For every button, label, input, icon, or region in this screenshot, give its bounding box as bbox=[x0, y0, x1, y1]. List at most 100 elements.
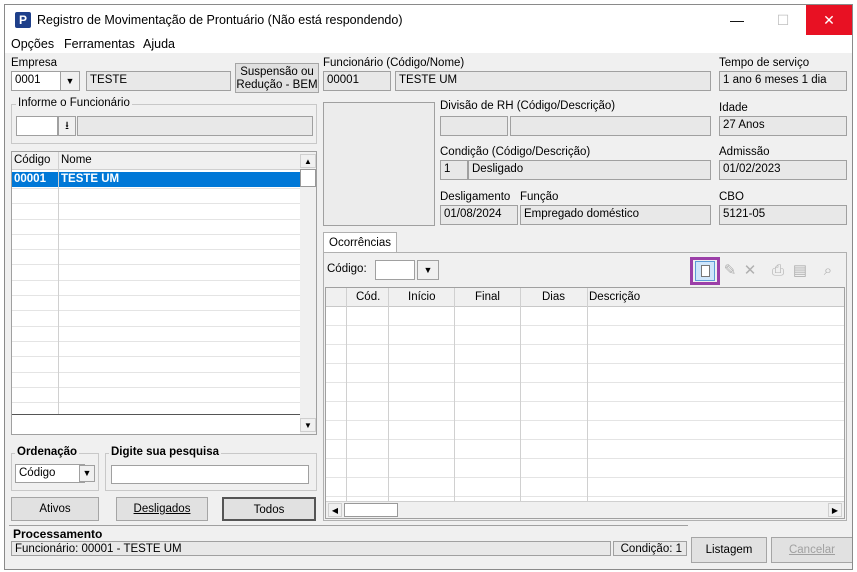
employee-row[interactable]: 00001 TESTE UM bbox=[12, 172, 300, 187]
desligamento-label: Desligamento bbox=[440, 191, 511, 203]
tab-ocorrencias[interactable]: Ocorrências bbox=[323, 232, 397, 253]
grid-row-line bbox=[326, 458, 844, 459]
scroll-left-icon[interactable]: ◀ bbox=[328, 503, 342, 517]
grid-row-line bbox=[326, 496, 844, 497]
cbo-field: 5121-05 bbox=[719, 205, 847, 225]
employee-row-code: 00001 bbox=[14, 173, 46, 185]
grid-row-line bbox=[12, 234, 300, 235]
grid-column-line bbox=[454, 288, 455, 501]
empresa-label: Empresa bbox=[11, 57, 58, 69]
desligamento-field: 01/08/2024 bbox=[440, 205, 518, 225]
grid-row-line bbox=[326, 363, 844, 364]
funcao-field: Empregado doméstico bbox=[520, 205, 711, 225]
minimize-button[interactable]: — bbox=[714, 5, 760, 35]
pesquisa-input[interactable] bbox=[111, 465, 309, 484]
print-icon[interactable]: ⎙ bbox=[767, 260, 789, 282]
suspensao-line2: Redução - BEM bbox=[236, 79, 318, 91]
suspensao-button[interactable]: Suspensão ou Redução - BEM bbox=[235, 63, 319, 93]
empresa-dropdown-icon[interactable]: ▼ bbox=[60, 71, 80, 91]
ocorrencias-codigo-label: Código: bbox=[327, 263, 367, 275]
grid-row-line bbox=[12, 326, 300, 327]
empresa-code-input[interactable]: 0001 bbox=[11, 71, 61, 91]
admissao-label: Admissão bbox=[719, 146, 770, 158]
processamento-label: Processamento bbox=[13, 527, 103, 541]
tempo-servico-field: 1 ano 6 meses 1 dia bbox=[719, 71, 847, 91]
grid-row-line bbox=[12, 356, 300, 357]
processamento-condicao: Condição: 1 bbox=[613, 541, 687, 556]
ordenacao-select[interactable]: Código bbox=[15, 464, 85, 483]
hscroll-thumb[interactable] bbox=[344, 503, 398, 517]
employee-vscrollbar[interactable]: ▲ ▼ bbox=[300, 152, 316, 434]
idade-label: Idade bbox=[719, 102, 748, 114]
ocorrencias-hscrollbar[interactable]: ◀ ▶ bbox=[326, 501, 844, 518]
scroll-right-icon[interactable]: ▶ bbox=[828, 503, 842, 517]
grid-row-line bbox=[12, 188, 300, 189]
ocorrencias-grid-header: Cód. Início Final Dias Descrição bbox=[326, 288, 844, 307]
scroll-thumb[interactable] bbox=[300, 169, 316, 187]
grid-column-line bbox=[520, 288, 521, 501]
grid-column-line bbox=[587, 288, 588, 501]
grid-row-line bbox=[12, 387, 300, 388]
funcao-label: Função bbox=[520, 191, 559, 203]
grid-row-line bbox=[326, 401, 844, 402]
delete-x-icon[interactable]: ✕ bbox=[739, 260, 761, 282]
employee-grid[interactable]: Código Nome 00001 TESTE UM ▲ ▼ bbox=[11, 151, 317, 435]
ativos-button[interactable]: Ativos bbox=[11, 497, 99, 521]
employee-grid-header: Código Nome bbox=[12, 152, 300, 170]
grid-row-line bbox=[12, 372, 300, 373]
cancelar-button[interactable]: Cancelar bbox=[771, 537, 852, 563]
grid-row-line bbox=[326, 477, 844, 478]
desligados-button[interactable]: Desligados bbox=[116, 497, 208, 521]
grid-column-line bbox=[388, 288, 389, 501]
condicao-desc-field: Desligado bbox=[468, 160, 711, 180]
condicao-code-field: 1 bbox=[440, 160, 468, 180]
header-dias: Dias bbox=[542, 291, 566, 303]
condicao-label: Condição (Código/Descrição) bbox=[440, 146, 591, 158]
grid-row-line bbox=[326, 420, 844, 421]
divisao-label: Divisão de RH (Código/Descrição) bbox=[440, 100, 616, 112]
print-preview-icon[interactable]: ▤ bbox=[789, 260, 811, 282]
header-nome: Nome bbox=[61, 154, 92, 166]
close-button[interactable]: ✕ bbox=[806, 5, 852, 35]
menu-opcoes[interactable]: Opções bbox=[11, 37, 54, 51]
search-report-icon[interactable]: ⌕ bbox=[817, 260, 839, 282]
maximize-button[interactable]: ☐ bbox=[760, 5, 806, 35]
header-cod: Cód. bbox=[356, 291, 381, 303]
informe-input[interactable] bbox=[16, 116, 58, 136]
divisao-desc-field bbox=[510, 116, 711, 136]
empresa-name-field: TESTE bbox=[86, 71, 231, 91]
edit-pencil-icon[interactable]: ✎ bbox=[719, 260, 741, 282]
grid-column-line bbox=[346, 288, 347, 501]
listagem-button[interactable]: Listagem bbox=[691, 537, 767, 563]
scroll-down-icon[interactable]: ▼ bbox=[300, 418, 316, 432]
menu-ajuda[interactable]: Ajuda bbox=[143, 37, 175, 51]
ocorrencias-grid[interactable]: Cód. Início Final Dias Descrição ◀ ▶ bbox=[325, 287, 845, 519]
ordenacao-dropdown-icon[interactable]: ▼ bbox=[79, 465, 95, 482]
funcionario-code-field: 00001 bbox=[323, 71, 391, 91]
employee-row-name: TESTE UM bbox=[61, 173, 120, 185]
grid-row-line bbox=[12, 203, 300, 204]
cbo-label: CBO bbox=[719, 191, 744, 203]
grid-row-line bbox=[326, 382, 844, 383]
new-document-icon[interactable] bbox=[695, 261, 715, 281]
title-bar: P Registro de Movimentação de Prontuário… bbox=[5, 5, 852, 35]
grid-row-line bbox=[326, 344, 844, 345]
employee-grid-bottom-line bbox=[12, 414, 300, 415]
scroll-up-icon[interactable]: ▲ bbox=[300, 154, 316, 168]
informe-name-field bbox=[77, 116, 313, 136]
idade-field: 27 Anos bbox=[719, 116, 847, 136]
todos-button[interactable]: Todos bbox=[222, 497, 316, 521]
app-icon: P bbox=[15, 12, 31, 28]
grid-row-line bbox=[12, 219, 300, 220]
grid-row-line bbox=[326, 439, 844, 440]
suspensao-line1: Suspensão ou bbox=[240, 66, 314, 78]
ocorrencias-codigo-input[interactable] bbox=[375, 260, 415, 280]
main-window: P Registro de Movimentação de Prontuário… bbox=[4, 4, 853, 570]
divisao-code-field bbox=[440, 116, 508, 136]
grid-row-line bbox=[12, 341, 300, 342]
grid-row-line bbox=[326, 325, 844, 326]
download-arrow-icon[interactable]: ⭳ bbox=[58, 116, 76, 136]
ocorrencias-codigo-dropdown-icon[interactable]: ▼ bbox=[417, 260, 439, 280]
funcionario-name-field: TESTE UM bbox=[395, 71, 711, 91]
menu-ferramentas[interactable]: Ferramentas bbox=[64, 37, 135, 51]
